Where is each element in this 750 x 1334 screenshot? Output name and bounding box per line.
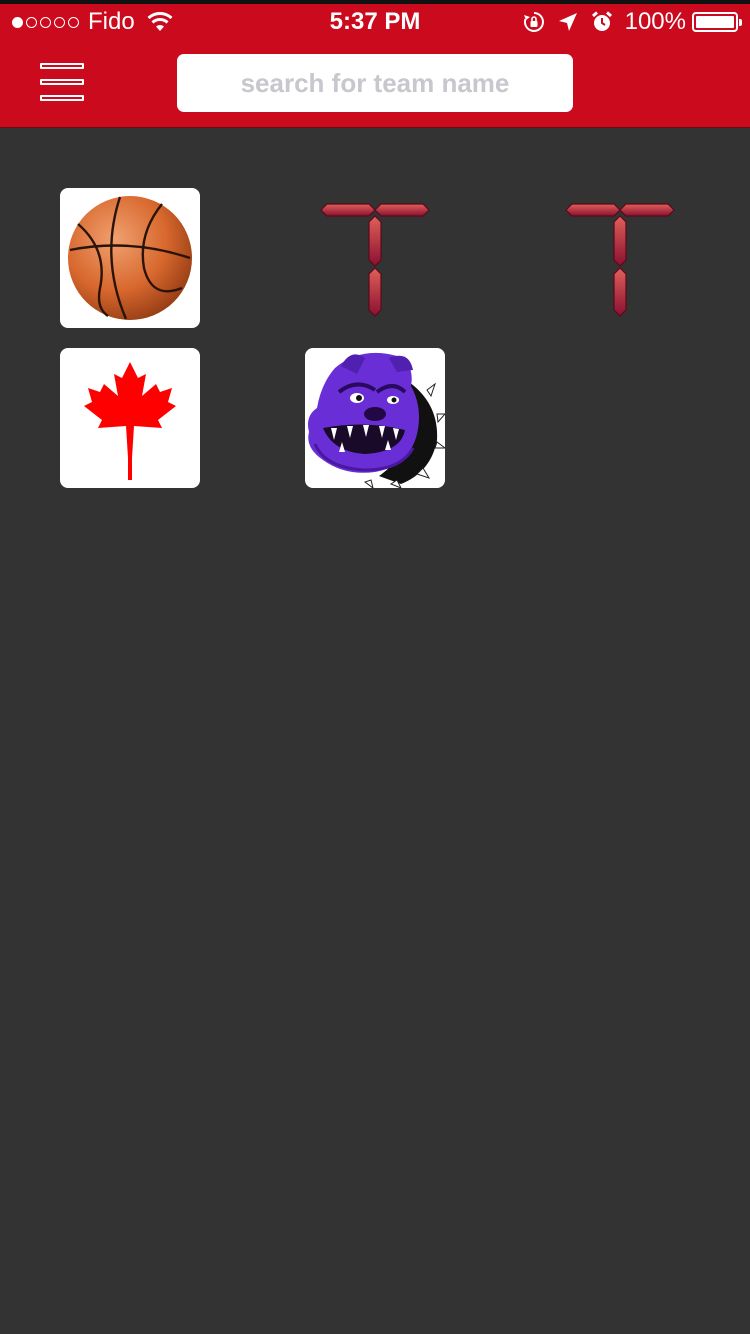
battery-icon bbox=[692, 12, 742, 32]
status-right: 100% bbox=[523, 8, 742, 36]
alarm-icon bbox=[591, 11, 612, 31]
hamburger-menu-icon[interactable] bbox=[40, 63, 84, 101]
maple-leaf-logo bbox=[84, 362, 176, 480]
battery-percentage: 100% bbox=[624, 8, 686, 35]
bulldog-logo bbox=[308, 352, 445, 488]
team-tile-basketball[interactable] bbox=[60, 188, 200, 328]
basketball-logo bbox=[68, 196, 192, 320]
team-tile-canada[interactable] bbox=[60, 348, 200, 488]
search-input[interactable] bbox=[177, 54, 573, 112]
status-bar: Fido 5:37 PM 100% bbox=[0, 4, 750, 40]
team-tile-bulldog[interactable] bbox=[305, 348, 445, 488]
menu-bar bbox=[40, 95, 84, 101]
t-logo bbox=[320, 203, 430, 317]
rotation-lock-icon bbox=[523, 12, 544, 32]
menu-bar bbox=[40, 63, 84, 69]
t-logo bbox=[565, 203, 675, 317]
app-header: Fido 5:37 PM 100% search for team name bbox=[0, 4, 750, 128]
team-tile-t-logo[interactable] bbox=[305, 188, 445, 328]
menu-bar bbox=[40, 79, 84, 85]
location-arrow-icon bbox=[558, 13, 577, 31]
team-tile-t-logo[interactable] bbox=[550, 188, 690, 328]
